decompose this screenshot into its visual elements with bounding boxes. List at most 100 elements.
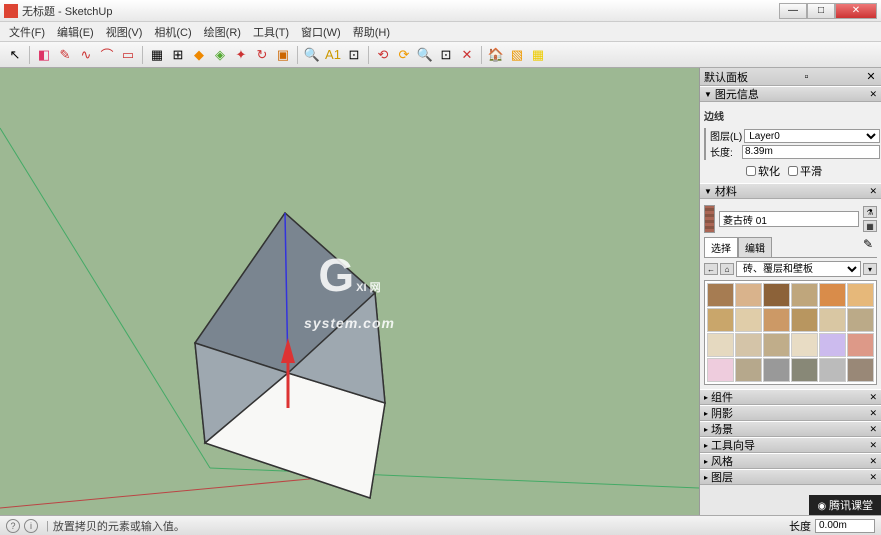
- material-category-select[interactable]: 砖、覆层和壁板: [736, 261, 861, 277]
- panel-shadows-header[interactable]: ▸阴影✕: [700, 405, 881, 421]
- material-swatch[interactable]: [735, 283, 762, 307]
- material-swatch[interactable]: [707, 358, 734, 382]
- material-swatch[interactable]: [707, 333, 734, 357]
- panel-components-header[interactable]: ▸组件✕: [700, 389, 881, 405]
- menu-edit[interactable]: 编辑(E): [52, 22, 99, 42]
- section-tool-icon[interactable]: ▧: [508, 46, 526, 64]
- eyedropper-icon[interactable]: ⚗: [863, 206, 877, 218]
- arc-tool-icon[interactable]: ⌒: [98, 46, 116, 64]
- select-tool-icon[interactable]: ↖: [6, 46, 24, 64]
- protractor-tool-icon[interactable]: ⊡: [345, 46, 363, 64]
- material-swatch[interactable]: [847, 283, 874, 307]
- material-swatch[interactable]: [707, 283, 734, 307]
- pencil-tool-icon[interactable]: ✎: [56, 46, 74, 64]
- material-swatch[interactable]: [819, 358, 846, 382]
- menu-tools[interactable]: 工具(T): [248, 22, 294, 42]
- details-icon[interactable]: ▾: [863, 263, 877, 275]
- collapse-icon: ▼: [704, 187, 712, 196]
- material-swatch[interactable]: [847, 358, 874, 382]
- material-swatch[interactable]: [735, 333, 762, 357]
- material-swatch[interactable]: [791, 283, 818, 307]
- orbit-tool-icon[interactable]: ⟲: [374, 46, 392, 64]
- menu-view[interactable]: 视图(V): [101, 22, 148, 42]
- material-swatch[interactable]: [791, 333, 818, 357]
- create-material-icon[interactable]: ▦: [863, 220, 877, 232]
- rect-tool-icon[interactable]: ▭: [119, 46, 137, 64]
- tape-tool-icon[interactable]: 🔍: [303, 46, 321, 64]
- info-icon[interactable]: i: [24, 519, 38, 533]
- layer-select[interactable]: Layer0: [744, 129, 880, 143]
- close-button[interactable]: ✕: [835, 3, 877, 19]
- material-swatch[interactable]: [847, 333, 874, 357]
- status-hint: 放置拷贝的元素或输入值。: [53, 518, 789, 534]
- zoom-tool-icon[interactable]: 🔍: [416, 46, 434, 64]
- tray-close-icon[interactable]: ✕: [865, 71, 877, 83]
- length-label: 长度:: [710, 144, 740, 159]
- rotate-tool-icon[interactable]: ✦: [232, 46, 250, 64]
- panel-materials-header[interactable]: ▼ 材料 ✕: [700, 183, 881, 199]
- collapse-icon: ▼: [704, 90, 712, 99]
- material-name-input[interactable]: [719, 211, 859, 227]
- menu-camera[interactable]: 相机(C): [149, 22, 196, 42]
- eraser-tool-icon[interactable]: ◧: [35, 46, 53, 64]
- material-swatch[interactable]: [847, 308, 874, 332]
- push-tool-icon[interactable]: ◈: [211, 46, 229, 64]
- material-swatch[interactable]: [763, 308, 790, 332]
- menu-draw[interactable]: 绘图(R): [199, 22, 246, 42]
- measurement-input[interactable]: [815, 519, 875, 533]
- tray-pin-icon[interactable]: ▫: [801, 71, 813, 83]
- material-swatch[interactable]: [735, 308, 762, 332]
- material-swatch[interactable]: [763, 283, 790, 307]
- separator: |: [46, 520, 49, 532]
- viewport[interactable]: GXI 网system.com: [0, 68, 699, 515]
- measure-tool-icon[interactable]: ⊞: [169, 46, 187, 64]
- material-swatch[interactable]: [819, 283, 846, 307]
- move-tool-icon[interactable]: ◆: [190, 46, 208, 64]
- walk-tool-icon[interactable]: ✕: [458, 46, 476, 64]
- material-swatch[interactable]: [763, 333, 790, 357]
- home-icon[interactable]: ⌂: [720, 263, 734, 275]
- freehand-tool-icon[interactable]: ∿: [77, 46, 95, 64]
- follow-tool-icon[interactable]: ↻: [253, 46, 271, 64]
- menu-window[interactable]: 窗口(W): [296, 22, 346, 42]
- panel-entity-body: 边线 图层(L) Layer0 长度: 软化 平滑: [700, 102, 881, 183]
- tab-select[interactable]: 选择: [704, 237, 738, 257]
- prev-view-icon[interactable]: 🏠: [487, 46, 505, 64]
- material-swatch[interactable]: [791, 358, 818, 382]
- material-swatch[interactable]: [735, 358, 762, 382]
- minimize-button[interactable]: —: [779, 3, 807, 19]
- panel-layers-header[interactable]: ▸图层✕: [700, 469, 881, 485]
- maximize-button[interactable]: □: [807, 3, 835, 19]
- material-swatch[interactable]: [707, 308, 734, 332]
- panel-instructor-header[interactable]: ▸工具向导✕: [700, 437, 881, 453]
- tab-edit[interactable]: 编辑: [738, 237, 772, 257]
- material-swatch[interactable]: [819, 333, 846, 357]
- pan-tool-icon[interactable]: ⟳: [395, 46, 413, 64]
- paint-tool-icon[interactable]: ▦: [148, 46, 166, 64]
- back-icon[interactable]: ←: [704, 263, 718, 275]
- length-input[interactable]: [742, 145, 880, 159]
- material-swatch[interactable]: [763, 358, 790, 382]
- pencil-icon[interactable]: ✎: [859, 237, 877, 257]
- statusbar: ? i | 放置拷贝的元素或输入值。 长度: [0, 515, 881, 535]
- panel-entity-header[interactable]: ▼ 图元信息 ✕: [700, 86, 881, 102]
- layers-tool-icon[interactable]: ▦: [529, 46, 547, 64]
- zoom-extents-icon[interactable]: ⊡: [437, 46, 455, 64]
- panel-close-icon[interactable]: ✕: [869, 186, 877, 197]
- tray-title: 默认面板: [704, 69, 748, 85]
- help-icon[interactable]: ?: [6, 519, 20, 533]
- material-swatch[interactable]: [791, 308, 818, 332]
- smooth-checkbox[interactable]: 平滑: [788, 163, 822, 179]
- scale-tool-icon[interactable]: ▣: [274, 46, 292, 64]
- panel-close-icon[interactable]: ✕: [869, 89, 877, 100]
- separator: [481, 46, 482, 64]
- soften-checkbox[interactable]: 软化: [746, 163, 780, 179]
- material-swatch[interactable]: [819, 308, 846, 332]
- panel-styles-header[interactable]: ▸风格✕: [700, 453, 881, 469]
- tray-header[interactable]: 默认面板 ▫ ✕: [700, 68, 881, 86]
- panel-materials-title: 材料: [715, 183, 737, 199]
- text-tool-icon[interactable]: A1: [324, 46, 342, 64]
- panel-scenes-header[interactable]: ▸场景✕: [700, 421, 881, 437]
- menu-file[interactable]: 文件(F): [4, 22, 50, 42]
- menu-help[interactable]: 帮助(H): [348, 22, 395, 42]
